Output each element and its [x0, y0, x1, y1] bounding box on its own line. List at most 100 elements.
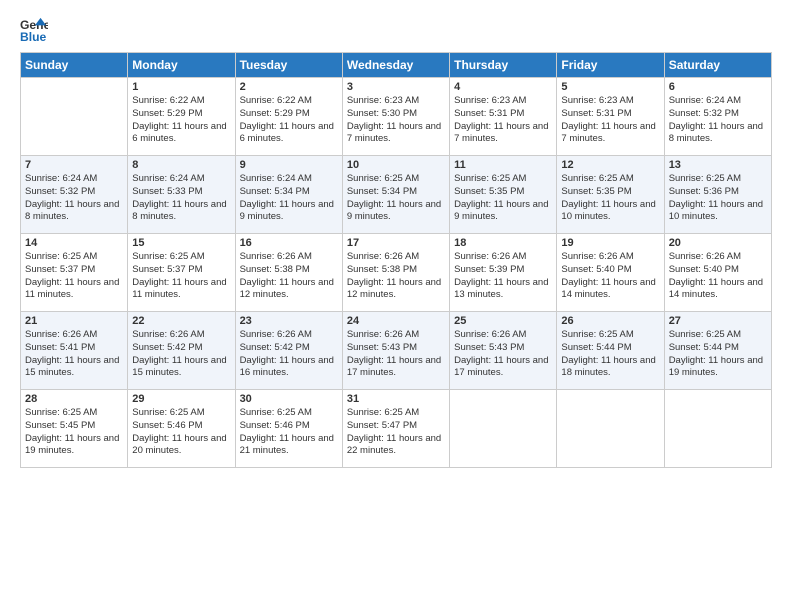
day-number: 12 — [561, 159, 659, 171]
day-info: Sunrise: 6:26 AMSunset: 5:40 PMDaylight:… — [561, 251, 659, 302]
day-number: 31 — [347, 393, 445, 405]
calendar-cell: 14 Sunrise: 6:25 AMSunset: 5:37 PMDaylig… — [21, 234, 128, 312]
day-info: Sunrise: 6:25 AMSunset: 5:35 PMDaylight:… — [454, 173, 552, 224]
day-info: Sunrise: 6:24 AMSunset: 5:32 PMDaylight:… — [25, 173, 123, 224]
weekday-header: Wednesday — [342, 53, 449, 78]
day-info: Sunrise: 6:26 AMSunset: 5:42 PMDaylight:… — [132, 329, 230, 380]
calendar-cell: 11 Sunrise: 6:25 AMSunset: 5:35 PMDaylig… — [450, 156, 557, 234]
day-number: 27 — [669, 315, 767, 327]
calendar-cell — [21, 78, 128, 156]
page: General Blue SundayMondayTuesdayWednesda… — [0, 0, 792, 612]
weekday-header-row: SundayMondayTuesdayWednesdayThursdayFrid… — [21, 53, 772, 78]
day-info: Sunrise: 6:22 AMSunset: 5:29 PMDaylight:… — [240, 95, 338, 146]
calendar-cell: 29 Sunrise: 6:25 AMSunset: 5:46 PMDaylig… — [128, 390, 235, 468]
calendar-cell: 20 Sunrise: 6:26 AMSunset: 5:40 PMDaylig… — [664, 234, 771, 312]
day-number: 16 — [240, 237, 338, 249]
calendar-cell: 4 Sunrise: 6:23 AMSunset: 5:31 PMDayligh… — [450, 78, 557, 156]
svg-text:Blue: Blue — [20, 30, 47, 44]
day-info: Sunrise: 6:23 AMSunset: 5:31 PMDaylight:… — [454, 95, 552, 146]
day-info: Sunrise: 6:25 AMSunset: 5:46 PMDaylight:… — [132, 407, 230, 458]
day-number: 6 — [669, 81, 767, 93]
day-info: Sunrise: 6:25 AMSunset: 5:47 PMDaylight:… — [347, 407, 445, 458]
day-info: Sunrise: 6:22 AMSunset: 5:29 PMDaylight:… — [132, 95, 230, 146]
calendar-cell: 31 Sunrise: 6:25 AMSunset: 5:47 PMDaylig… — [342, 390, 449, 468]
calendar-cell: 1 Sunrise: 6:22 AMSunset: 5:29 PMDayligh… — [128, 78, 235, 156]
day-info: Sunrise: 6:25 AMSunset: 5:35 PMDaylight:… — [561, 173, 659, 224]
calendar-cell: 19 Sunrise: 6:26 AMSunset: 5:40 PMDaylig… — [557, 234, 664, 312]
calendar-cell: 2 Sunrise: 6:22 AMSunset: 5:29 PMDayligh… — [235, 78, 342, 156]
day-info: Sunrise: 6:23 AMSunset: 5:31 PMDaylight:… — [561, 95, 659, 146]
calendar-cell: 17 Sunrise: 6:26 AMSunset: 5:38 PMDaylig… — [342, 234, 449, 312]
weekday-header: Tuesday — [235, 53, 342, 78]
day-info: Sunrise: 6:24 AMSunset: 5:32 PMDaylight:… — [669, 95, 767, 146]
day-number: 8 — [132, 159, 230, 171]
weekday-header: Thursday — [450, 53, 557, 78]
calendar-table: SundayMondayTuesdayWednesdayThursdayFrid… — [20, 52, 772, 468]
day-number: 19 — [561, 237, 659, 249]
calendar-cell: 12 Sunrise: 6:25 AMSunset: 5:35 PMDaylig… — [557, 156, 664, 234]
calendar-week-row: 21 Sunrise: 6:26 AMSunset: 5:41 PMDaylig… — [21, 312, 772, 390]
day-info: Sunrise: 6:26 AMSunset: 5:38 PMDaylight:… — [240, 251, 338, 302]
calendar-cell: 22 Sunrise: 6:26 AMSunset: 5:42 PMDaylig… — [128, 312, 235, 390]
day-number: 30 — [240, 393, 338, 405]
calendar-week-row: 28 Sunrise: 6:25 AMSunset: 5:45 PMDaylig… — [21, 390, 772, 468]
calendar-cell: 24 Sunrise: 6:26 AMSunset: 5:43 PMDaylig… — [342, 312, 449, 390]
day-number: 20 — [669, 237, 767, 249]
day-info: Sunrise: 6:26 AMSunset: 5:39 PMDaylight:… — [454, 251, 552, 302]
day-info: Sunrise: 6:26 AMSunset: 5:43 PMDaylight:… — [454, 329, 552, 380]
weekday-header: Sunday — [21, 53, 128, 78]
logo-icon: General Blue — [20, 16, 48, 44]
day-number: 1 — [132, 81, 230, 93]
day-number: 24 — [347, 315, 445, 327]
calendar-cell: 21 Sunrise: 6:26 AMSunset: 5:41 PMDaylig… — [21, 312, 128, 390]
calendar-cell: 8 Sunrise: 6:24 AMSunset: 5:33 PMDayligh… — [128, 156, 235, 234]
calendar-cell: 18 Sunrise: 6:26 AMSunset: 5:39 PMDaylig… — [450, 234, 557, 312]
day-number: 14 — [25, 237, 123, 249]
day-number: 29 — [132, 393, 230, 405]
day-info: Sunrise: 6:26 AMSunset: 5:38 PMDaylight:… — [347, 251, 445, 302]
weekday-header: Friday — [557, 53, 664, 78]
day-number: 5 — [561, 81, 659, 93]
day-number: 4 — [454, 81, 552, 93]
day-number: 10 — [347, 159, 445, 171]
day-info: Sunrise: 6:23 AMSunset: 5:30 PMDaylight:… — [347, 95, 445, 146]
day-info: Sunrise: 6:24 AMSunset: 5:33 PMDaylight:… — [132, 173, 230, 224]
day-number: 2 — [240, 81, 338, 93]
day-number: 25 — [454, 315, 552, 327]
calendar-cell: 6 Sunrise: 6:24 AMSunset: 5:32 PMDayligh… — [664, 78, 771, 156]
calendar-cell: 28 Sunrise: 6:25 AMSunset: 5:45 PMDaylig… — [21, 390, 128, 468]
calendar-cell: 5 Sunrise: 6:23 AMSunset: 5:31 PMDayligh… — [557, 78, 664, 156]
calendar-cell: 26 Sunrise: 6:25 AMSunset: 5:44 PMDaylig… — [557, 312, 664, 390]
day-number: 23 — [240, 315, 338, 327]
day-number: 3 — [347, 81, 445, 93]
day-number: 11 — [454, 159, 552, 171]
weekday-header: Saturday — [664, 53, 771, 78]
day-info: Sunrise: 6:25 AMSunset: 5:36 PMDaylight:… — [669, 173, 767, 224]
day-info: Sunrise: 6:25 AMSunset: 5:45 PMDaylight:… — [25, 407, 123, 458]
day-number: 26 — [561, 315, 659, 327]
calendar-week-row: 7 Sunrise: 6:24 AMSunset: 5:32 PMDayligh… — [21, 156, 772, 234]
calendar-cell: 16 Sunrise: 6:26 AMSunset: 5:38 PMDaylig… — [235, 234, 342, 312]
calendar-cell: 3 Sunrise: 6:23 AMSunset: 5:30 PMDayligh… — [342, 78, 449, 156]
calendar-cell: 9 Sunrise: 6:24 AMSunset: 5:34 PMDayligh… — [235, 156, 342, 234]
calendar-cell: 10 Sunrise: 6:25 AMSunset: 5:34 PMDaylig… — [342, 156, 449, 234]
calendar-cell: 15 Sunrise: 6:25 AMSunset: 5:37 PMDaylig… — [128, 234, 235, 312]
calendar-cell: 7 Sunrise: 6:24 AMSunset: 5:32 PMDayligh… — [21, 156, 128, 234]
calendar-cell — [664, 390, 771, 468]
day-info: Sunrise: 6:25 AMSunset: 5:37 PMDaylight:… — [25, 251, 123, 302]
weekday-header: Monday — [128, 53, 235, 78]
day-number: 22 — [132, 315, 230, 327]
calendar-cell — [450, 390, 557, 468]
day-info: Sunrise: 6:25 AMSunset: 5:44 PMDaylight:… — [669, 329, 767, 380]
logo: General Blue — [20, 16, 48, 44]
day-info: Sunrise: 6:25 AMSunset: 5:44 PMDaylight:… — [561, 329, 659, 380]
day-info: Sunrise: 6:26 AMSunset: 5:43 PMDaylight:… — [347, 329, 445, 380]
day-info: Sunrise: 6:26 AMSunset: 5:41 PMDaylight:… — [25, 329, 123, 380]
day-info: Sunrise: 6:25 AMSunset: 5:37 PMDaylight:… — [132, 251, 230, 302]
day-number: 13 — [669, 159, 767, 171]
day-info: Sunrise: 6:25 AMSunset: 5:46 PMDaylight:… — [240, 407, 338, 458]
header: General Blue — [20, 16, 772, 44]
calendar-cell: 27 Sunrise: 6:25 AMSunset: 5:44 PMDaylig… — [664, 312, 771, 390]
calendar-cell: 30 Sunrise: 6:25 AMSunset: 5:46 PMDaylig… — [235, 390, 342, 468]
day-number: 15 — [132, 237, 230, 249]
